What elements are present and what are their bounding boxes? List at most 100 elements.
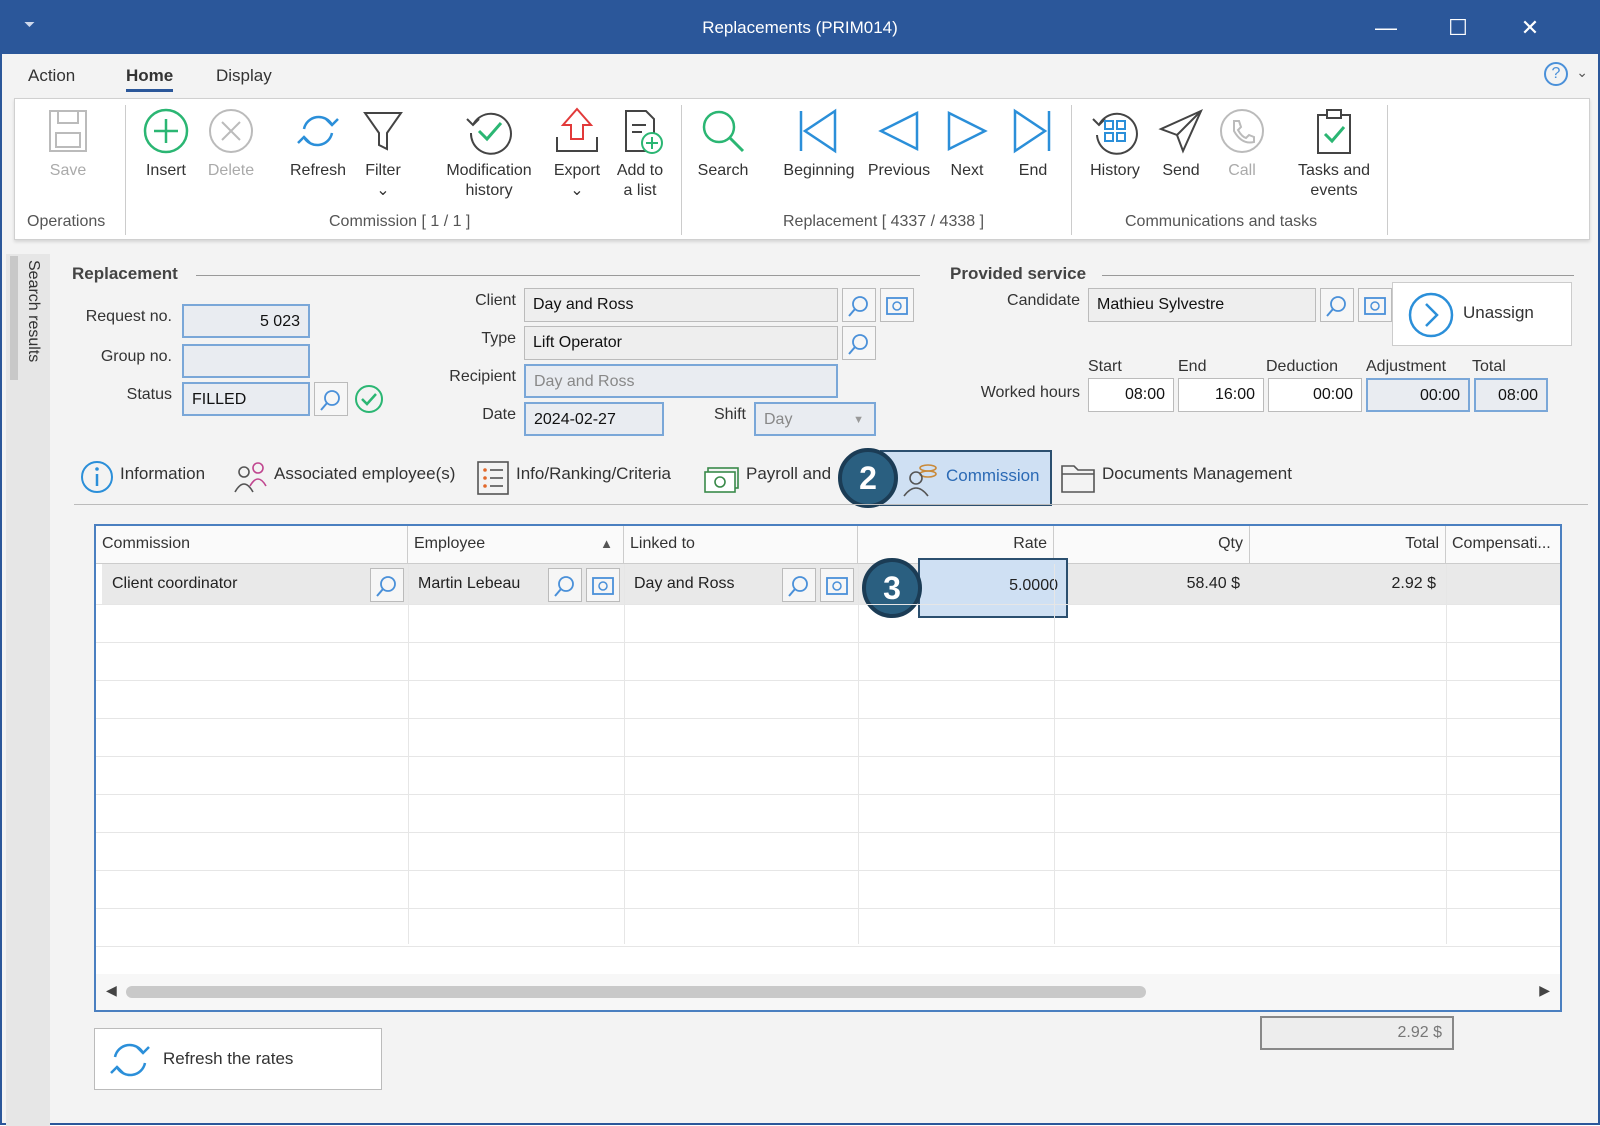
modification-history-button[interactable]: Modification history <box>439 107 539 201</box>
delete-button[interactable]: Delete <box>203 107 259 181</box>
total-sum-field: 2.92 $ <box>1260 1016 1454 1050</box>
cell-compensation[interactable] <box>1446 566 1560 604</box>
cell-total[interactable]: 2.92 $ <box>1250 566 1446 604</box>
export-button[interactable]: Export ⌄ <box>549 107 605 201</box>
client-search-button[interactable] <box>842 288 876 322</box>
beginning-button[interactable]: Beginning <box>777 107 861 181</box>
row-divider <box>96 794 1560 795</box>
column-header-compensation[interactable]: Compensati... <box>1446 526 1560 564</box>
tab-commission[interactable]: Commission <box>880 450 1052 506</box>
search-button[interactable]: Search <box>695 107 751 181</box>
cell-commission[interactable]: Client coordinator <box>102 566 247 604</box>
group-no-field[interactable] <box>182 344 310 378</box>
request-no-field[interactable]: 5 023 <box>182 304 310 338</box>
status-field[interactable]: FILLED <box>182 382 310 416</box>
deduction-field[interactable]: 00:00 <box>1268 378 1362 412</box>
maximize-button[interactable]: ☐ <box>1438 12 1478 44</box>
start-label: Start <box>1088 358 1122 375</box>
status-search-button[interactable] <box>314 382 348 416</box>
step-3-badge: 3 <box>862 558 922 618</box>
save-button[interactable]: Save <box>39 107 97 181</box>
commission-search-button[interactable] <box>370 568 404 602</box>
cell-employee[interactable]: Martin Lebeau <box>408 566 530 604</box>
end-time-field[interactable]: 16:00 <box>1178 378 1264 412</box>
row-divider <box>96 832 1560 833</box>
shift-select[interactable]: Day ▼ <box>754 402 876 436</box>
next-button[interactable]: Next <box>943 107 991 181</box>
horizontal-scrollbar[interactable]: ◀ ▶ <box>96 974 1560 1010</box>
next-icon <box>947 110 988 152</box>
column-header-commission[interactable]: Commission <box>96 526 408 564</box>
type-field[interactable]: Lift Operator <box>524 326 838 360</box>
money-icon <box>704 467 739 493</box>
row-divider <box>96 908 1560 909</box>
date-field[interactable]: 2024-02-27 <box>524 402 664 436</box>
linked-to-open-button[interactable] <box>820 568 854 602</box>
menu-action[interactable]: Action <box>28 66 75 86</box>
commission-grid: Commission Employee ▲ Linked to Rate Qty… <box>94 524 1562 1012</box>
cell-qty[interactable]: 58.40 $ <box>1054 566 1250 604</box>
tab-payroll[interactable]: Payroll and <box>704 454 844 498</box>
column-header-employee[interactable]: Employee ▲ <box>408 526 624 564</box>
replacement-group-label: Replacement [ 4337 / 4338 ] <box>783 213 985 230</box>
column-header-linked-to[interactable]: Linked to <box>624 526 858 564</box>
help-dropdown-icon[interactable]: ⌄ <box>1576 64 1588 81</box>
close-button[interactable]: ✕ <box>1510 12 1550 44</box>
start-time-field[interactable]: 08:00 <box>1088 378 1174 412</box>
refresh-button[interactable]: Refresh <box>285 107 351 181</box>
previous-icon <box>878 110 919 152</box>
menu-bar: Action Home Display ? ⌄ <box>2 54 1598 98</box>
cell-rate[interactable]: 5.0000 <box>918 568 1068 606</box>
linked-to-search-button[interactable] <box>782 568 816 602</box>
status-ok-icon <box>355 385 383 413</box>
insert-button[interactable]: Insert <box>139 107 193 181</box>
call-button[interactable]: Call <box>1215 107 1269 181</box>
candidate-field[interactable]: Mathieu Sylvestre <box>1088 288 1316 322</box>
open-record-icon <box>1364 297 1386 315</box>
tasks-events-button[interactable]: Tasks and events <box>1289 107 1379 201</box>
client-field[interactable]: Day and Ross <box>524 288 838 322</box>
menu-display[interactable]: Display <box>216 66 272 86</box>
search-icon <box>320 390 340 411</box>
minimize-button[interactable]: — <box>1366 12 1406 44</box>
add-to-list-button[interactable]: Add to a list <box>611 107 669 201</box>
client-open-button[interactable] <box>880 288 914 322</box>
cell-linked-to[interactable]: Day and Ross <box>624 566 745 604</box>
adjustment-field[interactable]: 00:00 <box>1366 378 1470 412</box>
menu-home[interactable]: Home <box>126 66 174 92</box>
candidate-label: Candidate <box>1007 292 1080 309</box>
previous-button[interactable]: Previous <box>865 107 933 181</box>
end-button[interactable]: End <box>1009 107 1057 181</box>
unassign-button[interactable]: Unassign <box>1392 282 1572 346</box>
step-2-badge: 2 <box>838 448 898 508</box>
tab-information[interactable]: Information <box>80 454 220 498</box>
filter-button[interactable]: Filter ⌄ <box>361 107 405 201</box>
recipient-field[interactable]: Day and Ross <box>524 364 838 398</box>
employee-search-button[interactable] <box>548 568 582 602</box>
refresh-icon <box>110 1043 150 1077</box>
candidate-open-button[interactable] <box>1358 288 1392 322</box>
sidebar-handle[interactable] <box>10 256 18 380</box>
candidate-search-button[interactable] <box>1320 288 1354 322</box>
tab-documents-management[interactable]: Documents Management <box>1060 454 1320 498</box>
employee-open-button[interactable] <box>586 568 620 602</box>
help-icon[interactable]: ? <box>1544 62 1568 86</box>
shift-label: Shift <box>713 406 746 423</box>
search-results-sidebar[interactable]: Search results <box>6 254 50 1126</box>
send-button[interactable]: Send <box>1155 107 1207 181</box>
refresh-rates-button[interactable]: Refresh the rates <box>94 1028 382 1090</box>
tab-info-ranking-criteria[interactable]: Info/Ranking/Criteria <box>476 454 696 498</box>
row-divider <box>96 718 1560 719</box>
scrollbar-thumb[interactable] <box>126 986 1146 998</box>
date-label: Date <box>482 406 516 423</box>
phone-icon <box>1220 109 1264 153</box>
type-search-button[interactable] <box>842 326 876 360</box>
search-icon <box>702 110 745 153</box>
scroll-right-icon[interactable]: ▶ <box>1539 982 1550 999</box>
column-header-total[interactable]: Total <box>1250 526 1446 564</box>
tab-associated-employees[interactable]: Associated employee(s) <box>232 454 462 498</box>
column-header-qty[interactable]: Qty <box>1054 526 1250 564</box>
filter-icon <box>363 112 403 151</box>
history-button[interactable]: History <box>1085 107 1145 181</box>
scroll-left-icon[interactable]: ◀ <box>106 982 117 999</box>
